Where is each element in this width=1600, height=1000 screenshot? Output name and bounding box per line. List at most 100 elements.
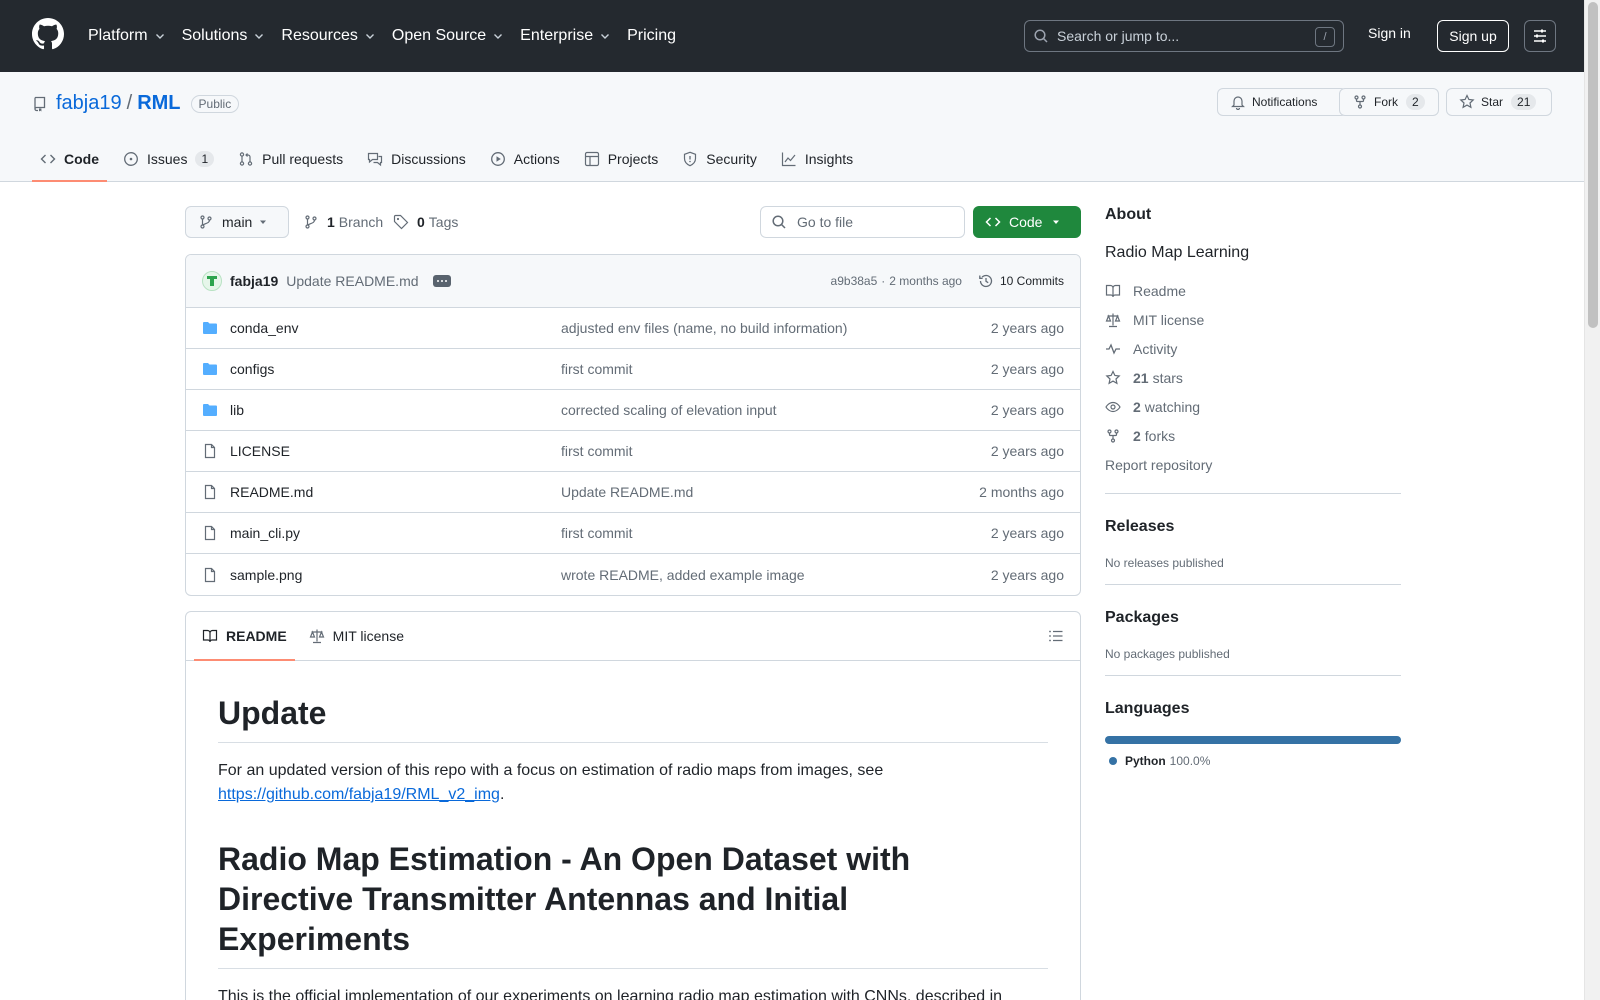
tab-mit-license[interactable]: MIT license bbox=[301, 612, 412, 660]
tab-pull-requests[interactable]: Pull requests bbox=[230, 138, 351, 180]
tab-issues[interactable]: Issues 1 bbox=[115, 138, 222, 180]
list-icon[interactable] bbox=[1048, 628, 1064, 644]
nav-pricing[interactable]: Pricing bbox=[627, 27, 676, 45]
branch-icon bbox=[200, 215, 212, 229]
commit-hash[interactable]: a9b38a5 bbox=[831, 274, 878, 288]
repo-description: Radio Map Learning bbox=[1105, 244, 1250, 261]
branch-selector[interactable]: main bbox=[185, 206, 289, 238]
file-list: conda_env adjusted env files (name, no bu… bbox=[186, 308, 1080, 595]
commit-message[interactable]: Update README.md bbox=[286, 273, 418, 289]
pull-request-icon bbox=[239, 152, 253, 166]
commit-age: 2 months ago bbox=[889, 274, 962, 288]
tab-insights[interactable]: Insights bbox=[773, 138, 861, 180]
file-row[interactable]: configs first commit 2 years ago bbox=[186, 349, 1080, 390]
report-repository-link[interactable]: Report repository bbox=[1105, 450, 1401, 479]
repo-name-link[interactable]: RML bbox=[137, 92, 180, 115]
ellipsis-icon[interactable] bbox=[432, 275, 451, 287]
repository-header: fabja19 / RML Public Notifications Fork … bbox=[0, 72, 1584, 182]
repo-owner-link[interactable]: fabja19 bbox=[56, 92, 122, 115]
language-item[interactable]: Python 100.0% bbox=[1105, 754, 1401, 768]
tab-actions[interactable]: Actions bbox=[482, 138, 568, 180]
license-link[interactable]: MIT license bbox=[1105, 305, 1401, 334]
file-row[interactable]: README.md Update README.md 2 months ago bbox=[186, 472, 1080, 513]
sliders-icon bbox=[1534, 29, 1546, 43]
file-name-link[interactable]: conda_env bbox=[230, 320, 561, 336]
code-dropdown-button[interactable]: Code bbox=[973, 206, 1081, 238]
file-row[interactable]: sample.png wrote README, added example im… bbox=[186, 554, 1080, 595]
file-commit-message[interactable]: corrected scaling of elevation input bbox=[561, 402, 991, 418]
bell-icon bbox=[1231, 96, 1245, 110]
file-name-link[interactable]: LICENSE bbox=[230, 443, 561, 459]
commits-link[interactable]: 10 Commits bbox=[978, 273, 1064, 289]
branch-icon bbox=[305, 215, 317, 229]
file-commit-message[interactable]: first commit bbox=[561, 443, 991, 459]
github-logo-icon[interactable] bbox=[32, 18, 64, 50]
file-icon bbox=[204, 567, 216, 582]
file-row[interactable]: lib corrected scaling of elevation input 2… bbox=[186, 390, 1080, 431]
branches-link[interactable]: 1 Branch bbox=[303, 214, 383, 230]
nav-open-source[interactable]: Open Source bbox=[392, 27, 504, 45]
sign-in-link[interactable]: Sign in bbox=[1368, 25, 1411, 41]
packages-title[interactable]: Packages bbox=[1105, 609, 1401, 627]
file-name-link[interactable]: lib bbox=[230, 402, 561, 418]
tab-readme[interactable]: README bbox=[194, 612, 295, 661]
file-row[interactable]: LICENSE first commit 2 years ago bbox=[186, 431, 1080, 472]
latest-commit-bar: fabja19 Update README.md a9b38a5 · 2 mon… bbox=[186, 255, 1080, 308]
scrollbar-thumb[interactable] bbox=[1588, 2, 1598, 328]
tab-projects[interactable]: Projects bbox=[576, 138, 667, 180]
file-row[interactable]: conda_env adjusted env files (name, no bu… bbox=[186, 308, 1080, 349]
readme-panel: README MIT license Update For an updated… bbox=[185, 611, 1081, 1000]
file-commit-message[interactable]: first commit bbox=[561, 525, 991, 541]
search-input[interactable]: Search or jump to... / bbox=[1024, 20, 1344, 52]
global-header: Platform Solutions Resources Open Source… bbox=[0, 0, 1584, 72]
language-name: Python bbox=[1125, 754, 1166, 768]
file-commit-message[interactable]: wrote README, added example image bbox=[561, 567, 991, 583]
file-row[interactable]: main_cli.py first commit 2 years ago bbox=[186, 513, 1080, 554]
watching-link[interactable]: 2 watching bbox=[1105, 392, 1401, 421]
tab-code[interactable]: Code bbox=[32, 138, 107, 182]
star-button[interactable]: Star 21 bbox=[1446, 88, 1552, 116]
file-icon bbox=[204, 443, 216, 459]
avatar[interactable] bbox=[202, 271, 222, 291]
file-name-link[interactable]: main_cli.py bbox=[230, 525, 561, 541]
tag-count: 0 bbox=[417, 214, 425, 230]
chevron-down-icon bbox=[601, 34, 610, 39]
sliders-menu-button[interactable] bbox=[1524, 20, 1556, 52]
tab-discussions[interactable]: Discussions bbox=[359, 138, 474, 180]
file-commit-date: 2 years ago bbox=[990, 566, 1064, 583]
vertical-scrollbar[interactable] bbox=[1584, 0, 1600, 1000]
file-name-link[interactable]: configs bbox=[230, 361, 561, 377]
go-to-file-input[interactable]: Go to file bbox=[760, 206, 965, 238]
notifications-button[interactable]: Notifications bbox=[1217, 88, 1347, 116]
file-commit-date: 2 years ago bbox=[990, 361, 1064, 377]
tab-security[interactable]: Security bbox=[674, 138, 765, 180]
readme-link[interactable]: Readme bbox=[1105, 276, 1401, 305]
nav-enterprise[interactable]: Enterprise bbox=[520, 27, 611, 45]
issues-count: 1 bbox=[195, 151, 215, 167]
activity-link[interactable]: Activity bbox=[1105, 334, 1401, 363]
chevron-down-icon bbox=[155, 34, 164, 39]
nav-platform[interactable]: Platform bbox=[88, 27, 166, 45]
history-icon bbox=[979, 274, 993, 288]
sign-up-button[interactable]: Sign up bbox=[1437, 20, 1509, 52]
fork-button[interactable]: Fork 2 bbox=[1339, 88, 1439, 116]
tags-link[interactable]: 0 Tags bbox=[393, 214, 458, 230]
file-commit-date: 2 months ago bbox=[979, 484, 1064, 500]
file-commit-message[interactable]: first commit bbox=[561, 361, 991, 377]
file-name-link[interactable]: README.md bbox=[230, 484, 561, 500]
forks-link[interactable]: 2 forks bbox=[1105, 421, 1401, 450]
file-commit-message[interactable]: adjusted env files (name, no build infor… bbox=[561, 320, 991, 336]
stars-link[interactable]: 21 stars bbox=[1105, 363, 1401, 392]
law-icon bbox=[1105, 313, 1121, 327]
commit-author[interactable]: fabja19 bbox=[230, 273, 278, 289]
language-color-dot bbox=[1109, 757, 1117, 765]
releases-title[interactable]: Releases bbox=[1105, 518, 1401, 536]
nav-solutions[interactable]: Solutions bbox=[182, 27, 266, 45]
file-name-link[interactable]: sample.png bbox=[230, 567, 561, 583]
readme-link[interactable]: https://github.com/fabja19/RML_v2_img bbox=[218, 786, 500, 803]
nav-resources[interactable]: Resources bbox=[281, 27, 375, 45]
folder-icon-wrap bbox=[202, 320, 220, 336]
file-browser: fabja19 Update README.md a9b38a5 · 2 mon… bbox=[185, 254, 1081, 596]
star-count: 21 bbox=[1511, 94, 1537, 110]
file-commit-message[interactable]: Update README.md bbox=[561, 484, 979, 500]
